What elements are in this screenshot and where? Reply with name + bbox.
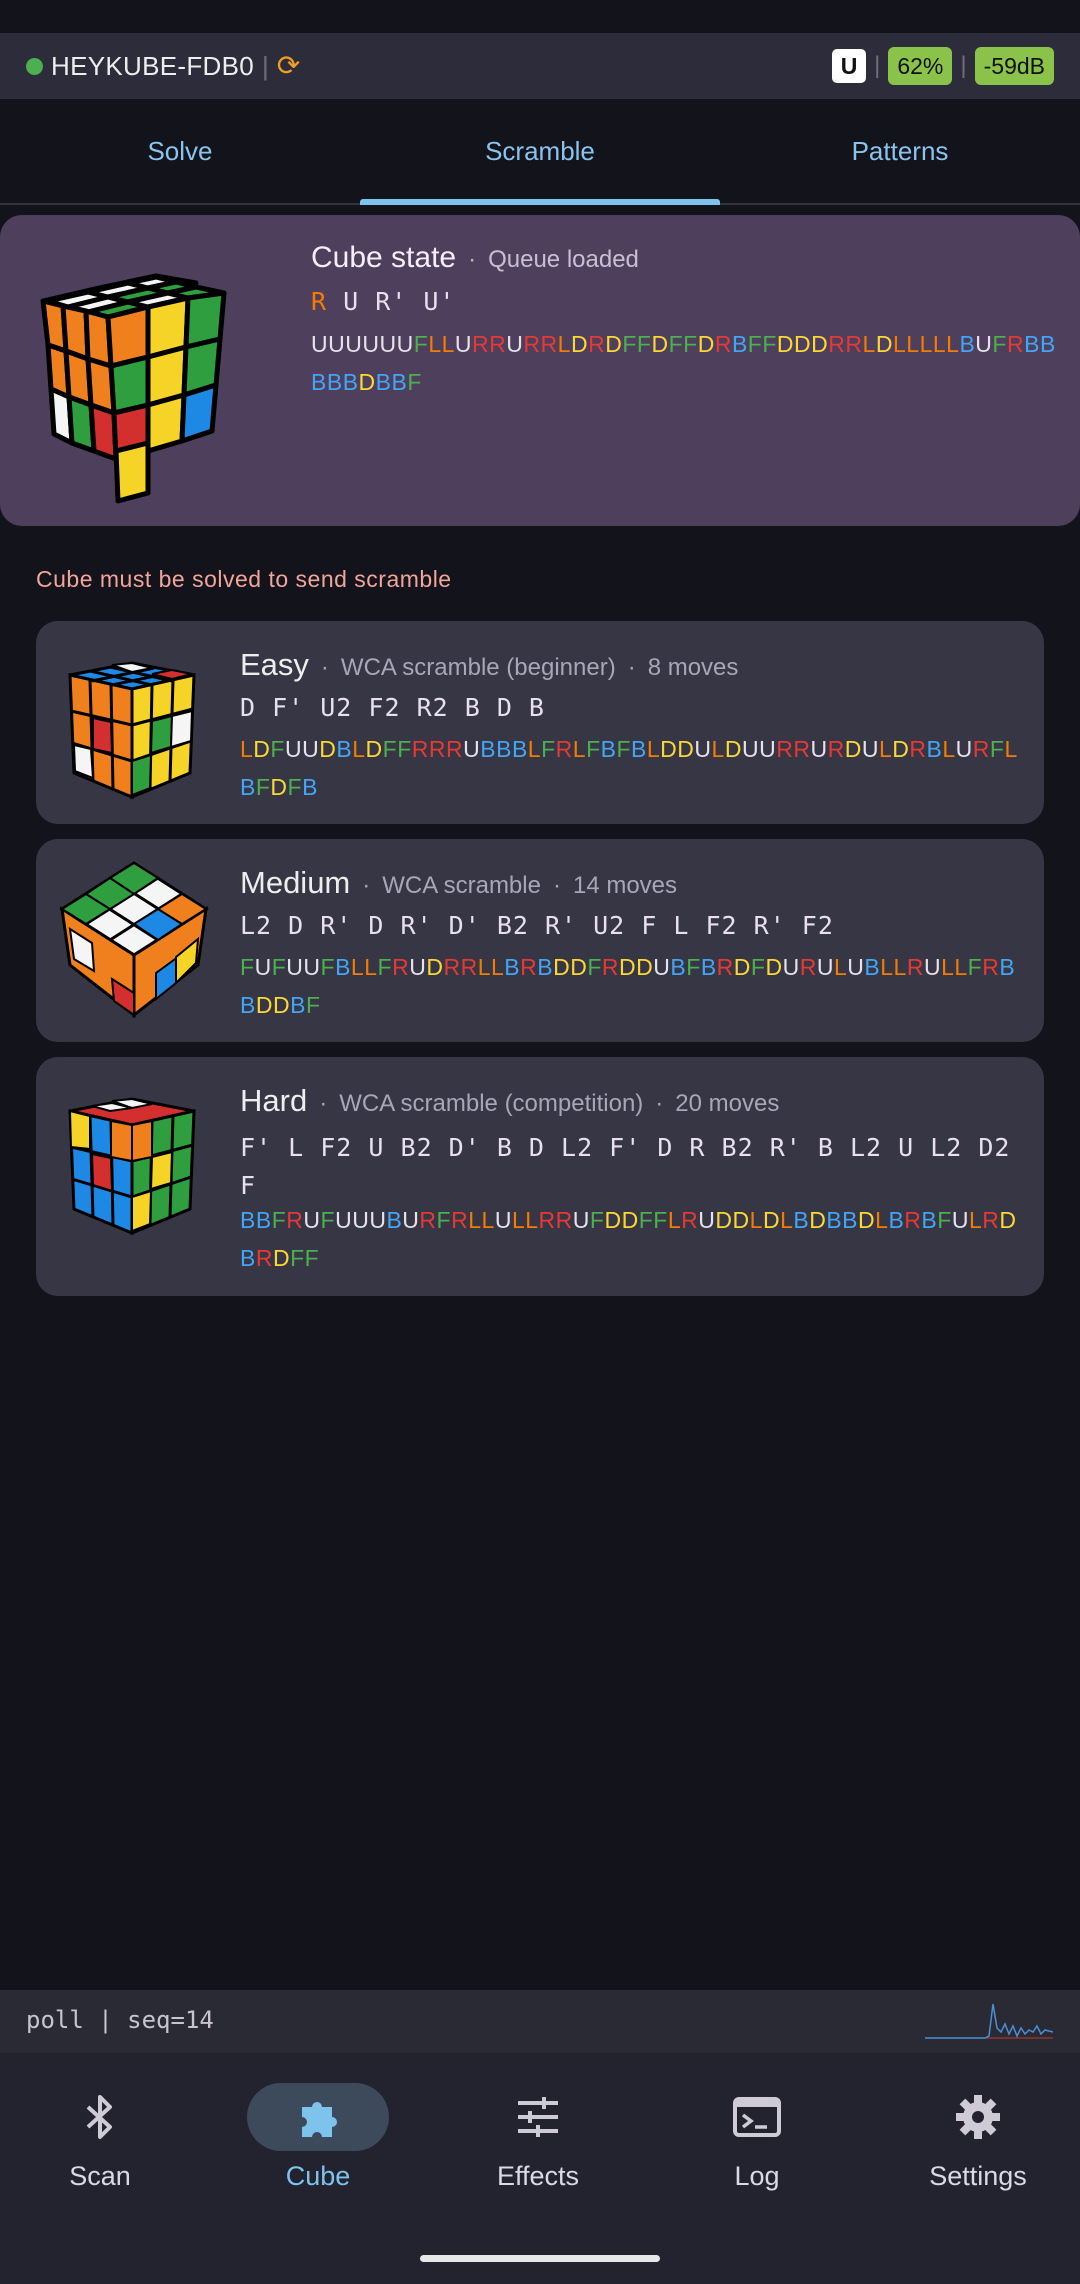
queued-moves: R U R' U' <box>311 287 455 316</box>
scramble-move-count: 20 moves <box>675 1090 780 1117</box>
scramble-card-hard[interactable]: Hard · WCA scramble (competition) · 20 m… <box>36 1057 1044 1296</box>
nav-effects[interactable]: Effects <box>448 2083 628 2192</box>
scramble-warning: Cube must be solved to send scramble <box>36 566 452 592</box>
dot-separator: · <box>655 1090 664 1117</box>
signal-sparkline <box>925 2003 1053 2039</box>
scramble-move-count: 8 moves <box>647 654 739 681</box>
nav-label: Settings <box>929 2161 1027 2191</box>
scramble-moves: D F' U2 F2 R2 B D B <box>240 693 545 722</box>
device-name: HEYKUBE-FDB0 <box>51 50 254 81</box>
system-status-bar <box>0 0 1080 33</box>
sliders-icon <box>467 2083 609 2151</box>
dot-separator: · <box>320 654 329 681</box>
scramble-kind: WCA scramble <box>382 872 541 899</box>
nav-label: Scan <box>69 2161 131 2191</box>
remaining-moves: U R' U' <box>327 287 456 316</box>
terminal-icon <box>686 2083 828 2151</box>
dot-separator: · <box>552 872 561 899</box>
cube-preview-image <box>68 1097 196 1236</box>
cube-preview-image <box>59 861 209 1019</box>
cube-state-image <box>40 273 227 504</box>
dot-separator: · <box>627 654 636 681</box>
current-move: R <box>311 287 328 316</box>
dot-separator: · <box>468 246 477 273</box>
scramble-moves: F' L F2 U B2 D' B D L2 F' D R B2 R' B L2… <box>240 1133 1011 1200</box>
scramble-kind: WCA scramble (competition) <box>339 1090 644 1117</box>
divider: | <box>874 52 881 79</box>
bottom-navigation: Scan Cube Effects Log Settings <box>0 2053 1080 2284</box>
connection-dot <box>26 57 43 75</box>
nav-label: Effects <box>496 2161 580 2191</box>
scramble-title: Hard <box>240 1083 308 1118</box>
gear-icon <box>907 2083 1049 2151</box>
nav-log[interactable]: Log <box>667 2083 847 2192</box>
scramble-card-easy[interactable]: Easy · WCA scramble (beginner) · 8 moves… <box>36 621 1044 824</box>
poll-status-text: poll | seq=14 <box>26 2006 214 2034</box>
device-bar: HEYKUBE-FDB0 | ⟳ U | 62% | -59dB <box>0 33 1080 99</box>
queue-status: Queue loaded <box>488 246 639 273</box>
scramble-move-count: 14 moves <box>572 872 678 899</box>
cube-preview-image <box>68 661 196 800</box>
home-indicator[interactable] <box>420 2255 660 2262</box>
divider: | <box>960 52 967 79</box>
nav-cube[interactable]: Cube <box>228 2083 408 2192</box>
scramble-title: Medium <box>240 865 351 900</box>
divider: | <box>261 50 269 81</box>
signal-badge: -59dB <box>974 47 1054 85</box>
puzzle-icon <box>247 2083 389 2151</box>
nav-label: Log <box>734 2161 780 2191</box>
poll-status-bar: poll | seq=14 <box>0 1990 1080 2053</box>
tab-scramble[interactable]: Scramble <box>360 99 720 205</box>
cube-facelets: UUUUUUFLLURRURRLDRDFFDFFDRBFFDDDRRLDLLLL… <box>311 331 1056 395</box>
nav-scan[interactable]: Scan <box>10 2083 190 2192</box>
scramble-facelets: FUFUUFBLLFRUDRRLLBRBDDFRDDUBFBRDFDURULUB… <box>240 954 1016 1018</box>
tab-patterns[interactable]: Patterns <box>720 99 1080 203</box>
scramble-facelets: LDFUUDBLDFFRRRUBBBLFRLFBFBLDDULDUURRURDU… <box>240 736 1018 800</box>
scramble-moves: L2 D R' D R' D' B2 R' U2 F L F2 R' F2 <box>240 911 834 940</box>
nav-settings[interactable]: Settings <box>888 2083 1068 2192</box>
scramble-card-medium[interactable]: Medium · WCA scramble · 14 moves L2 D R'… <box>36 839 1044 1042</box>
face-badge: U <box>832 49 867 83</box>
battery-badge: 62% <box>888 47 953 85</box>
cube-state-card: Cube state · Queue loaded R U R' U' UUUU… <box>0 215 1080 526</box>
dot-separator: · <box>362 872 371 899</box>
bluetooth-icon <box>29 2083 171 2151</box>
tab-solve[interactable]: Solve <box>0 99 360 203</box>
dot-separator: · <box>319 1090 328 1117</box>
tab-bar: Solve Scramble Patterns <box>0 99 1080 205</box>
cube-state-title: Cube state <box>311 241 457 274</box>
scramble-title: Easy <box>240 647 309 682</box>
scramble-facelets: BBFRUFUUUBURFRLLULLRRUFDDFFLRUDDLDLBDBBD… <box>240 1207 1017 1271</box>
nav-label: Cube <box>285 2161 351 2191</box>
sync-icon[interactable]: ⟳ <box>277 52 300 80</box>
scramble-kind: WCA scramble (beginner) <box>340 654 616 681</box>
